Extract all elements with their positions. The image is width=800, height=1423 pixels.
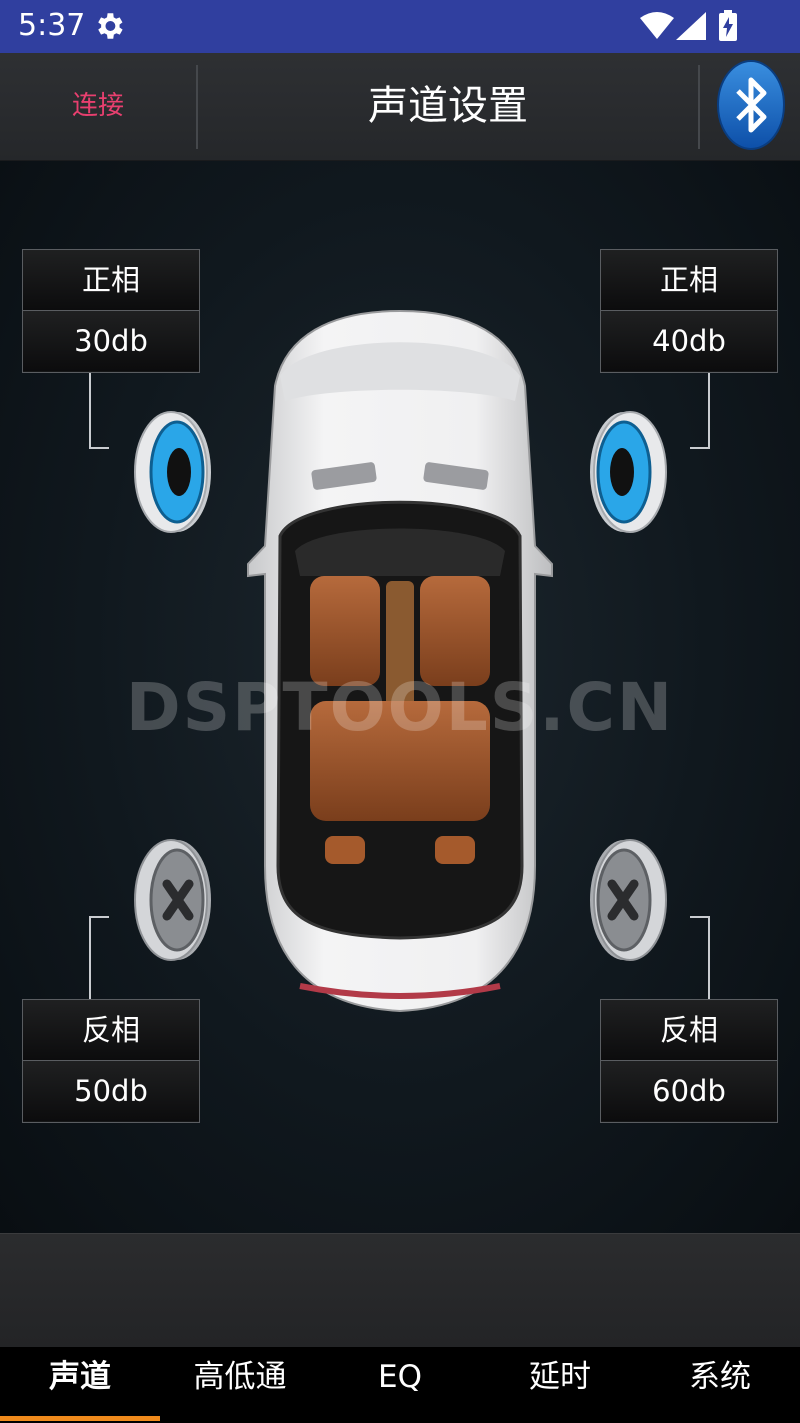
header-bar: 连接 声道设置 (0, 53, 800, 161)
car-top-view (247, 309, 553, 1013)
front-left-channel[interactable]: 正相 30db (22, 249, 200, 373)
channel-settings-area: 正相 30db 正相 40db DSPTOOLS.CN 反相 50db 反相 6… (0, 161, 800, 1233)
connect-button[interactable]: 连接 (0, 53, 196, 160)
rear-left-phase[interactable]: 反相 (23, 1000, 199, 1061)
connector-line (89, 373, 109, 449)
rear-left-gain[interactable]: 50db (23, 1061, 199, 1121)
status-bar: 5:37 (0, 0, 800, 53)
front-right-phase[interactable]: 正相 (601, 250, 777, 311)
front-right-speaker[interactable] (588, 410, 668, 534)
status-time: 5:37 (18, 8, 86, 43)
tab-channel[interactable]: 声道 (0, 1347, 160, 1423)
front-left-speaker[interactable] (133, 410, 213, 534)
front-left-phase[interactable]: 正相 (23, 250, 199, 311)
bottom-nav: 声道 高低通 EQ 延时 系统 (0, 1347, 800, 1423)
rear-left-channel[interactable]: 反相 50db (22, 999, 200, 1123)
bluetooth-icon[interactable] (716, 59, 786, 151)
connector-line (690, 373, 710, 449)
front-right-gain[interactable]: 40db (601, 311, 777, 371)
rear-right-gain[interactable]: 60db (601, 1061, 777, 1121)
header-divider (698, 65, 700, 149)
tab-delay[interactable]: 延时 (480, 1347, 640, 1423)
signal-icon (676, 12, 706, 40)
rear-right-phase[interactable]: 反相 (601, 1000, 777, 1061)
connector-line (690, 916, 710, 1000)
rear-left-speaker[interactable] (133, 838, 213, 962)
active-tab-indicator (0, 1416, 160, 1421)
tab-eq[interactable]: EQ (320, 1347, 480, 1423)
battery-charging-icon (719, 10, 737, 41)
front-right-channel[interactable]: 正相 40db (600, 249, 778, 373)
watermark: DSPTOOLS.CN (125, 669, 675, 746)
rear-right-speaker[interactable] (588, 838, 668, 962)
bottom-panel (0, 1233, 800, 1347)
page-title: 声道设置 (368, 83, 528, 129)
tab-system[interactable]: 系统 (640, 1347, 800, 1423)
front-left-gain[interactable]: 30db (23, 311, 199, 371)
wifi-icon (640, 12, 674, 39)
rear-right-channel[interactable]: 反相 60db (600, 999, 778, 1123)
connector-line (89, 916, 109, 1000)
tab-crossover[interactable]: 高低通 (160, 1347, 320, 1423)
gear-icon (98, 13, 123, 39)
